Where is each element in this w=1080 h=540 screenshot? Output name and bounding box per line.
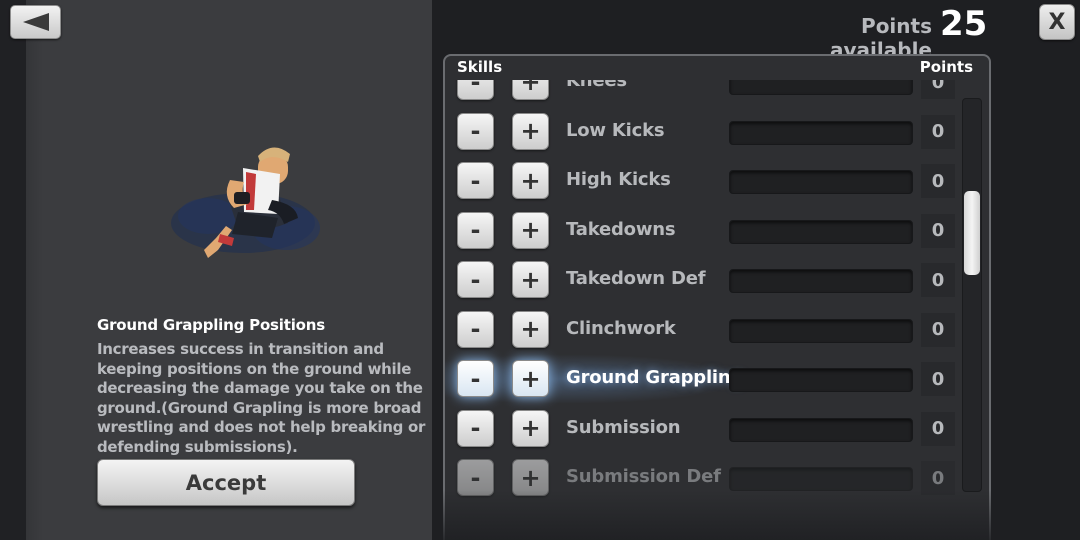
column-header-points: Points	[919, 58, 973, 76]
skill-points: 0	[921, 114, 955, 149]
skill-detail-panel: Ground Grappling Positions Increases suc…	[0, 0, 432, 540]
skill-label: Clinchwork	[566, 317, 676, 339]
skill-label: Ground Grappling	[566, 367, 744, 388]
decrease-button[interactable]: -	[457, 80, 494, 100]
skill-label: Submission	[566, 416, 681, 438]
skill-progress-bar	[729, 80, 913, 95]
decrease-button[interactable]: -	[457, 211, 494, 249]
skill-points: 0	[921, 312, 955, 347]
skill-points: 0	[921, 461, 955, 495]
back-button[interactable]	[10, 5, 61, 39]
skill-points: 0	[921, 164, 955, 198]
skill-title: Ground Grappling Positions	[97, 316, 325, 334]
skill-row[interactable]: - + Submission Def 0	[445, 457, 989, 499]
increase-button[interactable]: +	[512, 112, 549, 150]
scrollbar[interactable]	[962, 98, 982, 492]
skill-points: 0	[921, 411, 955, 446]
skill-label: Submission Def	[566, 466, 721, 487]
skills-list: - + Knees 0- + Low Kicks 0- + High Kicks 0- + Taked…	[445, 80, 989, 540]
skill-points: 0	[921, 213, 955, 248]
skill-label: Takedowns	[566, 218, 676, 240]
fighter-grappling-illustration	[171, 147, 320, 258]
increase-button[interactable]: +	[512, 211, 549, 249]
increase-button[interactable]: +	[512, 80, 549, 100]
skill-label: High Kicks	[566, 169, 671, 190]
skill-points: 0	[921, 362, 955, 396]
decrease-button[interactable]: -	[457, 162, 494, 199]
skill-points: 0	[921, 263, 955, 297]
skill-row[interactable]: - + Submission 0	[445, 408, 989, 450]
accept-button[interactable]: Accept	[97, 459, 355, 506]
skill-progress-bar	[729, 219, 913, 244]
skills-screen: Ground Grappling Positions Increases suc…	[0, 0, 1080, 540]
skill-points: 0	[921, 80, 955, 99]
skill-row[interactable]: - + Ground Grappling 0	[445, 354, 989, 404]
skill-row[interactable]: - + Knees 0	[445, 80, 989, 103]
skill-progress-bar	[729, 120, 913, 145]
close-icon: X	[1048, 9, 1066, 35]
scrollbar-thumb[interactable]	[964, 191, 980, 275]
back-arrow-icon	[22, 13, 49, 31]
points-available-value: 25	[940, 4, 988, 44]
increase-button[interactable]: +	[512, 360, 549, 397]
decrease-button[interactable]: -	[457, 459, 494, 496]
skill-row[interactable]: - + Clinchwork 0	[445, 309, 989, 351]
skill-description: Increases success in transition and keep…	[97, 340, 426, 456]
decrease-button[interactable]: -	[457, 112, 494, 150]
skill-row[interactable]: - + Takedown Def 0	[445, 259, 989, 301]
decrease-button[interactable]: -	[457, 409, 494, 447]
skill-label: Knees	[566, 80, 627, 91]
skill-progress-bar	[729, 368, 913, 392]
increase-button[interactable]: +	[512, 261, 549, 298]
increase-button[interactable]: +	[512, 162, 549, 199]
column-header-skills: Skills	[457, 58, 503, 76]
panel-edge	[0, 0, 26, 540]
skill-label: Low Kicks	[566, 119, 665, 141]
decrease-button[interactable]: -	[457, 261, 494, 298]
skill-progress-bar	[729, 467, 913, 491]
decrease-button[interactable]: -	[457, 360, 494, 397]
skill-row[interactable]: - + Low Kicks 0	[445, 111, 989, 153]
skill-progress-bar	[729, 417, 913, 442]
skill-progress-bar	[729, 269, 913, 293]
skill-label: Takedown Def	[566, 268, 706, 289]
increase-button[interactable]: +	[512, 459, 549, 496]
increase-button[interactable]: +	[512, 409, 549, 447]
skill-progress-bar	[729, 318, 913, 343]
increase-button[interactable]: +	[512, 310, 549, 348]
skills-list-panel: Skills Points - + Knees 0- + Low Kicks 0- + High…	[443, 54, 991, 540]
skill-progress-bar	[729, 170, 913, 194]
decrease-button[interactable]: -	[457, 310, 494, 348]
skill-row[interactable]: - + High Kicks 0	[445, 160, 989, 202]
skill-row[interactable]: - + Takedowns 0	[445, 210, 989, 252]
close-button[interactable]: X	[1039, 4, 1075, 40]
